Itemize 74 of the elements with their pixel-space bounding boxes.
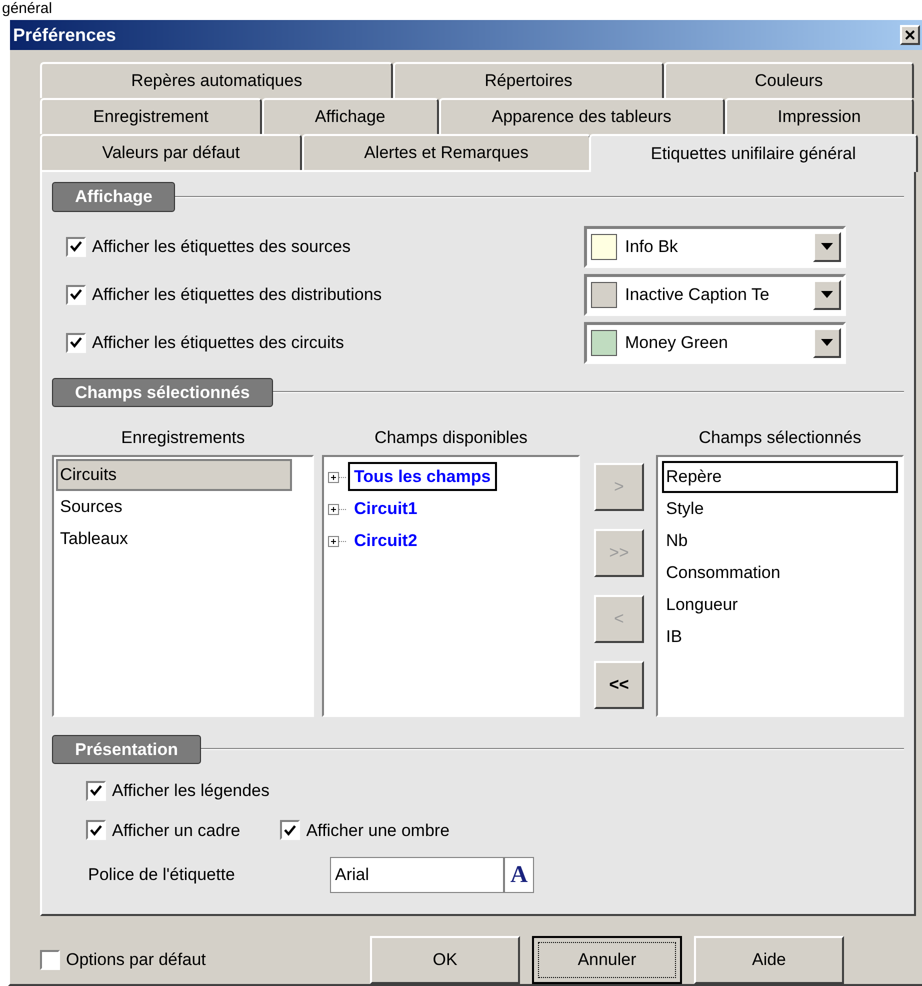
- list-item[interactable]: Nb: [662, 524, 898, 556]
- section-header: Champs sélectionnés: [52, 378, 273, 407]
- tab[interactable]: Répertoires: [393, 62, 664, 98]
- window-title: Préférences: [13, 24, 116, 46]
- color-name: Money Green: [625, 332, 729, 354]
- caret-icon: [821, 291, 833, 298]
- dialog-button[interactable]: Annuler: [532, 936, 682, 984]
- list-item[interactable]: Circuits: [56, 458, 292, 490]
- font-label: Police de l'étiquette: [87, 864, 236, 886]
- tab[interactable]: Repères automatiques: [40, 62, 394, 98]
- dialog-button[interactable]: OK: [370, 936, 520, 984]
- checkbox[interactable]: [40, 950, 60, 970]
- checkbox[interactable]: [86, 780, 106, 801]
- list-item[interactable]: Sources: [56, 490, 292, 522]
- checkbox-label: Afficher les étiquettes des sources: [92, 236, 351, 258]
- checkmark-icon: [70, 241, 82, 252]
- list-item[interactable]: Consommation: [662, 556, 898, 588]
- dialog-button[interactable]: Aide: [694, 936, 844, 984]
- list-heading: Champs sélectionnés: [698, 427, 862, 449]
- font-field[interactable]: Arial: [330, 857, 504, 893]
- dropdown-arrow-button[interactable]: [813, 232, 841, 262]
- tab[interactable]: Impression: [724, 98, 914, 134]
- section-header: Affichage: [52, 182, 176, 212]
- tab[interactable]: Valeurs par défaut: [40, 134, 302, 170]
- checkbox[interactable]: [280, 820, 300, 840]
- tab[interactable]: Enregistrement: [40, 98, 262, 134]
- tab[interactable]: Apparence des tableurs: [438, 98, 724, 134]
- expand-icon[interactable]: [328, 470, 346, 483]
- close-button[interactable]: [900, 25, 920, 45]
- tab[interactable]: Couleurs: [664, 62, 914, 98]
- checkbox[interactable]: [66, 236, 86, 256]
- list-heading: Champs disponibles: [374, 427, 528, 449]
- checkbox-label: Afficher les étiquettes des distributions: [92, 284, 382, 306]
- checkmark-icon: [284, 824, 296, 836]
- color-dropdown[interactable]: Info Bk: [584, 226, 846, 268]
- color-name: Inactive Caption Te: [625, 284, 770, 306]
- checkbox-label: Afficher une ombre: [306, 820, 450, 842]
- checkbox[interactable]: [86, 820, 106, 840]
- checkbox[interactable]: [66, 284, 86, 304]
- dropdown-arrow-button[interactable]: [813, 280, 841, 310]
- list-heading: Enregistrements: [121, 427, 245, 449]
- caret-icon: [821, 339, 833, 346]
- list-item[interactable]: Longueur: [662, 588, 898, 620]
- dropdown-arrow-button[interactable]: [813, 328, 841, 358]
- caption-fragment: général: [1, 0, 54, 18]
- tab[interactable]: Alertes et Remarques: [302, 134, 591, 170]
- checkbox-label: Afficher un cadre: [112, 820, 240, 842]
- tree-item[interactable]: Circuit1: [348, 494, 424, 524]
- color-dropdown[interactable]: Inactive Caption Te: [584, 274, 846, 316]
- list-item[interactable]: Repère: [662, 460, 898, 492]
- expand-icon[interactable]: [328, 534, 346, 547]
- tree-item[interactable]: Tous les champs: [348, 462, 497, 492]
- list-item[interactable]: Tableaux: [56, 522, 292, 554]
- checkmark-icon: [90, 785, 102, 796]
- tree-item[interactable]: Circuit2: [348, 526, 424, 556]
- list-item[interactable]: Style: [662, 492, 898, 524]
- checkbox-label: Afficher les légendes: [112, 780, 270, 802]
- color-dropdown[interactable]: Money Green: [584, 322, 846, 364]
- checkbox-label: Afficher les étiquettes des circuits: [92, 332, 344, 354]
- font-button[interactable]: A: [504, 857, 534, 893]
- close-icon: [905, 30, 915, 40]
- tab[interactable]: Etiquettes unifilaire général: [588, 134, 918, 172]
- checkbox[interactable]: [66, 332, 86, 352]
- checkbox-label: Options par défaut: [66, 949, 206, 972]
- transfer-button[interactable]: <<: [594, 661, 644, 709]
- checkmark-icon: [90, 824, 102, 836]
- caret-icon: [821, 243, 833, 250]
- checkmark-icon: [70, 289, 82, 300]
- section-header: Présentation: [52, 734, 201, 764]
- tab[interactable]: Affichage: [262, 98, 439, 134]
- expand-icon[interactable]: [328, 502, 346, 515]
- checkmark-icon: [70, 337, 82, 348]
- list-item[interactable]: IB: [662, 620, 898, 652]
- color-name: Info Bk: [625, 236, 679, 258]
